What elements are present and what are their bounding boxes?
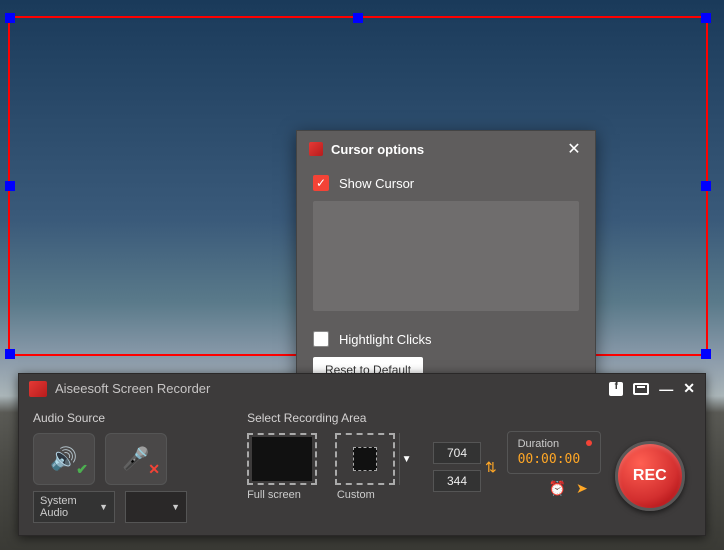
system-audio-button[interactable]: ✔ <box>33 433 95 485</box>
record-button-label: REC <box>633 467 667 485</box>
custom-area-button[interactable] <box>335 433 395 485</box>
resize-handle-tl[interactable] <box>5 13 15 23</box>
timer-icon[interactable]: ⏰ <box>549 480 566 497</box>
highlight-clicks-checkbox[interactable] <box>313 331 329 347</box>
custom-label: Custom <box>337 489 375 501</box>
dialog-title: Cursor options <box>331 142 557 157</box>
full-screen-button[interactable] <box>247 433 317 485</box>
system-audio-select-label: System Audio <box>40 495 99 519</box>
duration-value: 00:00:00 <box>518 452 590 467</box>
microphone-button[interactable]: ✕ <box>105 433 167 485</box>
width-input[interactable] <box>433 442 481 464</box>
show-cursor-checkbox[interactable]: ✓ <box>313 175 329 191</box>
app-title: Aiseesoft Screen Recorder <box>55 381 210 396</box>
resize-handle-br[interactable] <box>701 349 711 359</box>
link-dimensions-icon[interactable]: ⇅ <box>485 459 497 476</box>
audio-source-label: Audio Source <box>33 411 239 425</box>
minimize-icon[interactable]: — <box>659 381 673 397</box>
cursor-options-dialog: Cursor options ✕ ✓ Show Cursor Hightligh… <box>296 130 596 396</box>
highlight-clicks-row[interactable]: Hightlight Clicks <box>313 327 579 357</box>
microphone-icon <box>122 446 149 472</box>
titlebar: Aiseesoft Screen Recorder f — ✕ <box>19 374 705 403</box>
x-icon: ✕ <box>148 461 160 478</box>
recorder-toolbar: Aiseesoft Screen Recorder f — ✕ Audio So… <box>18 373 706 536</box>
duration-label: Duration <box>518 438 590 450</box>
facebook-icon[interactable]: f <box>609 382 623 396</box>
resize-handle-tr[interactable] <box>701 13 711 23</box>
system-audio-select[interactable]: System Audio ▼ <box>33 491 115 523</box>
check-icon: ✔ <box>76 461 88 478</box>
cursor-icon[interactable]: ➤ <box>576 480 588 497</box>
duration-box[interactable]: Duration 00:00:00 <box>507 431 601 474</box>
recording-area-label: Select Recording Area <box>247 411 425 425</box>
chevron-down-icon: ▼ <box>99 502 108 512</box>
record-button[interactable]: REC <box>615 441 685 511</box>
show-cursor-row[interactable]: ✓ Show Cursor <box>313 171 579 201</box>
height-input[interactable] <box>433 470 481 492</box>
recording-indicator-icon <box>586 440 592 446</box>
highlight-clicks-label: Hightlight Clicks <box>339 332 431 347</box>
resize-handle-bl[interactable] <box>5 349 15 359</box>
cursor-preview-box <box>313 201 579 311</box>
resize-handle-ml[interactable] <box>5 181 15 191</box>
chevron-down-icon: ▼ <box>171 502 180 512</box>
close-icon[interactable]: ✕ <box>565 139 583 159</box>
resize-handle-mr[interactable] <box>701 181 711 191</box>
dialog-header: Cursor options ✕ <box>297 131 595 167</box>
full-screen-label: Full screen <box>247 489 301 501</box>
resize-handle-tm[interactable] <box>353 13 363 23</box>
brand-icon <box>29 381 47 397</box>
show-cursor-label: Show Cursor <box>339 176 414 191</box>
close-icon[interactable]: ✕ <box>683 380 695 397</box>
microphone-select[interactable]: ▼ <box>125 491 187 523</box>
custom-area-dropdown[interactable]: ▼ <box>399 433 413 485</box>
feedback-icon[interactable] <box>633 383 649 395</box>
speaker-icon <box>50 446 77 472</box>
app-icon <box>309 142 323 156</box>
